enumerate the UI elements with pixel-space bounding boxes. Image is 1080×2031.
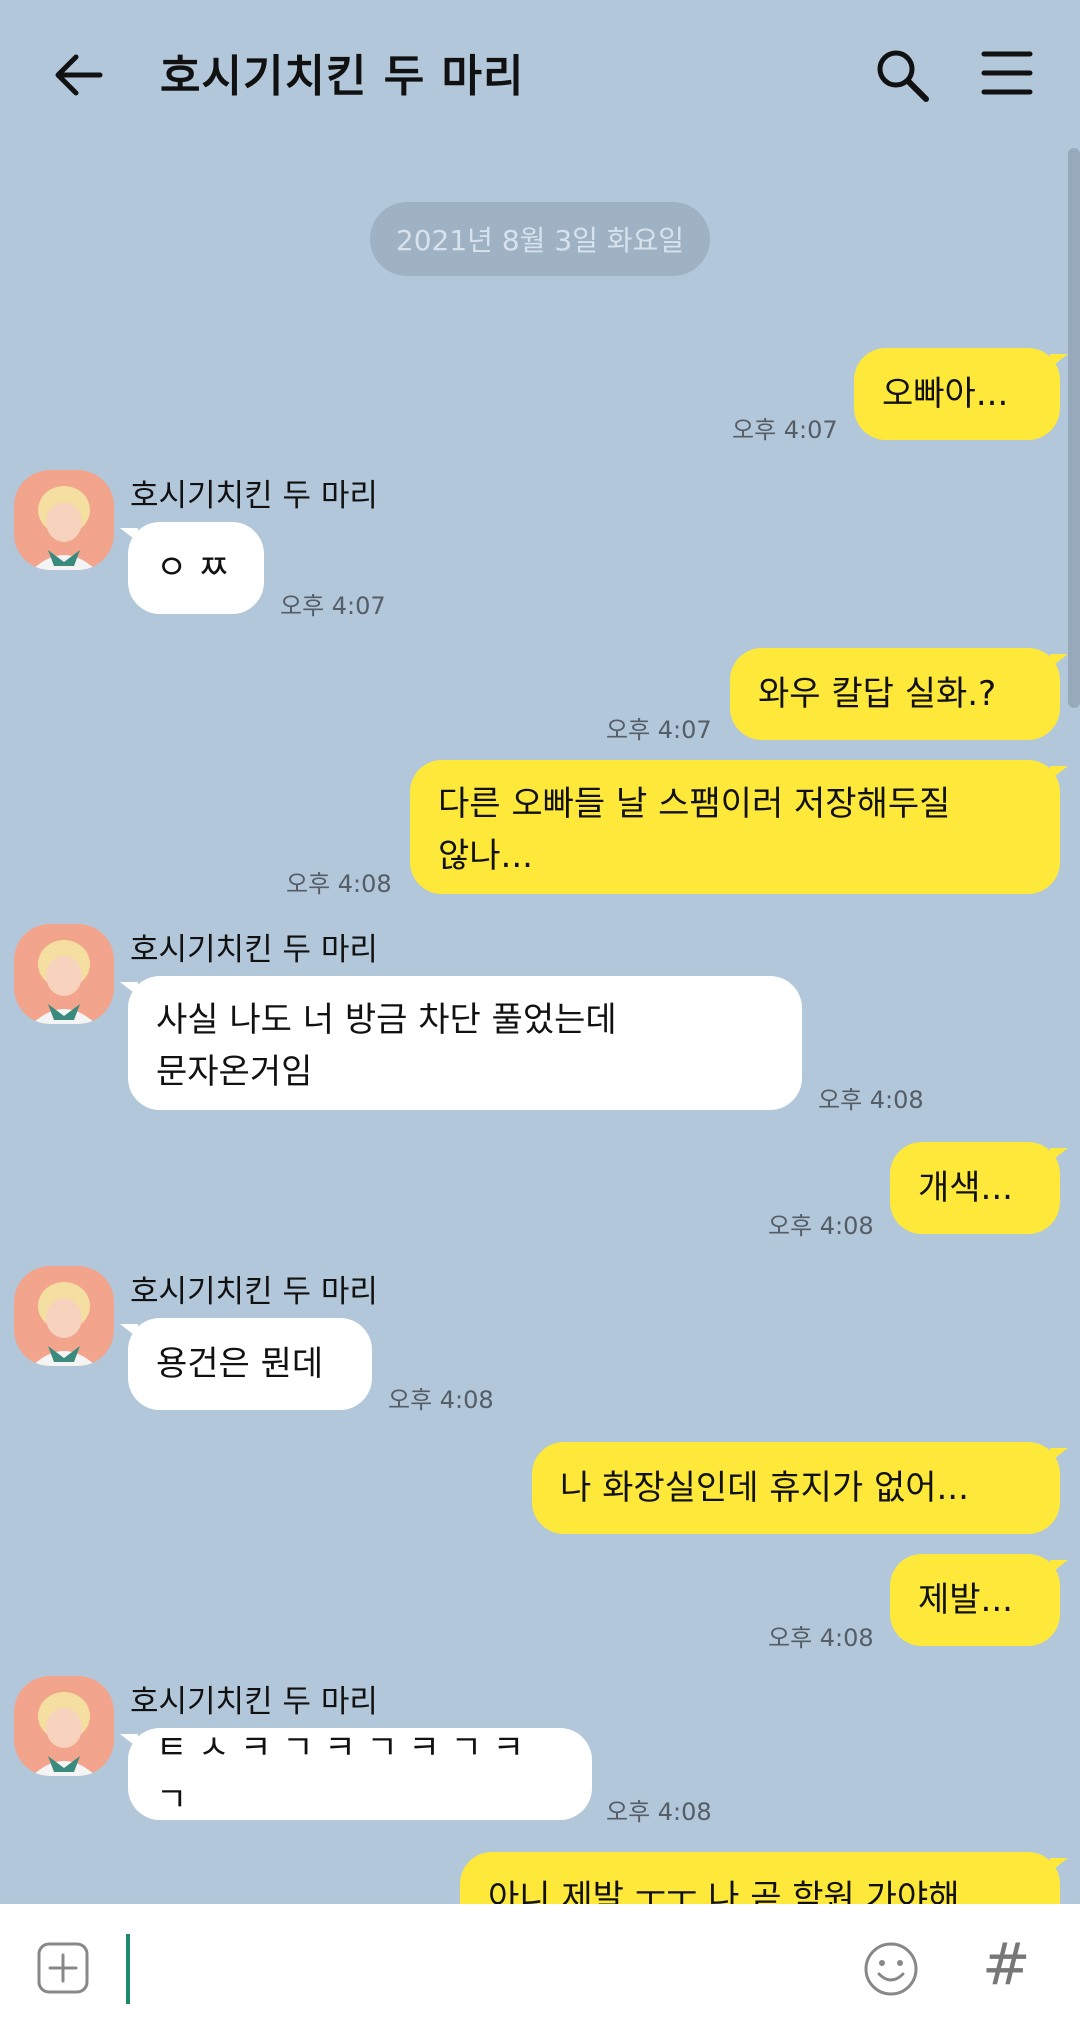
back-arrow-icon[interactable]: [48, 45, 108, 105]
date-divider: 2021년 8월 3일 화요일: [370, 202, 710, 276]
message-bubble-incoming[interactable]: ㅇ ㅉ: [120, 522, 264, 614]
message-bubble-outgoing[interactable]: 와우 칼답 실화.?: [730, 648, 1068, 740]
message-time: 오후 4:07: [606, 716, 712, 744]
message-text: 나 화장실인데 휴지가 없어...: [560, 1468, 969, 1508]
chat-title: 호시기치킨 두 마리: [160, 51, 525, 102]
emoji-icon[interactable]: [862, 1940, 920, 1998]
sender-name: 호시기치킨 두 마리: [130, 932, 378, 968]
avatar-photo-icon: [14, 924, 114, 1024]
message-bubble-incoming[interactable]: 사실 나도 너 방금 차단 풀었는데 문자온거임: [120, 976, 802, 1110]
menu-icon[interactable]: [980, 48, 1034, 98]
message-bubble-outgoing[interactable]: 제발...: [890, 1554, 1068, 1646]
chat-header: 호시기치킨 두 마리: [0, 0, 1080, 140]
hashtag-icon[interactable]: #: [982, 1930, 1031, 1998]
message-text: ㅌ ㅅ ㅋ ㄱ ㅋ ㄱ ㅋ ㄱ ㅋ ㄱ: [156, 1728, 524, 1820]
message-text: 제발...: [918, 1580, 1013, 1620]
message-bubble-outgoing[interactable]: 개색...: [890, 1142, 1068, 1234]
search-icon[interactable]: [872, 45, 932, 105]
message-text: ㅇ ㅉ: [156, 548, 230, 588]
avatar[interactable]: [14, 1266, 114, 1366]
message-text-line: 문자온거임: [156, 1052, 313, 1092]
avatar[interactable]: [14, 470, 114, 570]
message-input-bar: #: [0, 1904, 1080, 2031]
message-time: 오후 4:08: [818, 1086, 924, 1114]
avatar-photo-icon: [14, 1266, 114, 1366]
message-bubble-outgoing[interactable]: 다른 오빠들 날 스팸이러 저장해두질 않나...: [410, 760, 1068, 894]
message-bubble-outgoing[interactable]: 나 화장실인데 휴지가 없어...: [532, 1442, 1068, 1534]
sender-name: 호시기치킨 두 마리: [130, 1274, 378, 1310]
message-time: 오후 4:08: [606, 1798, 712, 1826]
message-text: 용건은 뭔데: [156, 1344, 324, 1384]
scrollbar[interactable]: [1068, 148, 1080, 708]
text-cursor[interactable]: [126, 1934, 130, 2004]
message-time: 오후 4:07: [732, 416, 838, 444]
message-bubble-incoming[interactable]: ㅌ ㅅ ㅋ ㄱ ㅋ ㄱ ㅋ ㄱ ㅋ ㄱ: [120, 1728, 592, 1820]
avatar[interactable]: [14, 924, 114, 1024]
message-text-line: 다른 오빠들 날 스팸이러 저장해두질: [438, 784, 951, 824]
sender-name: 호시기치킨 두 마리: [130, 478, 378, 514]
message-text-line: 않나...: [438, 836, 533, 876]
avatar-photo-icon: [14, 1676, 114, 1776]
message-text: 개색...: [918, 1168, 1013, 1208]
message-time: 오후 4:08: [768, 1624, 874, 1652]
message-text: 오빠아...: [882, 374, 1009, 414]
message-bubble-outgoing[interactable]: 오빠아...: [854, 348, 1068, 440]
avatar-photo-icon: [14, 470, 114, 570]
message-time: 오후 4:08: [768, 1212, 874, 1240]
message-time: 오후 4:08: [388, 1386, 494, 1414]
message-time: 오후 4:08: [286, 870, 392, 898]
message-bubble-incoming[interactable]: 용건은 뭔데: [120, 1318, 372, 1410]
message-text: 와우 칼답 실화.?: [758, 674, 997, 714]
add-icon[interactable]: [36, 1941, 90, 1995]
avatar[interactable]: [14, 1676, 114, 1776]
sender-name: 호시기치킨 두 마리: [130, 1684, 378, 1720]
message-time: 오후 4:07: [280, 592, 386, 620]
message-text-line: 사실 나도 너 방금 차단 풀었는데: [156, 1000, 617, 1040]
